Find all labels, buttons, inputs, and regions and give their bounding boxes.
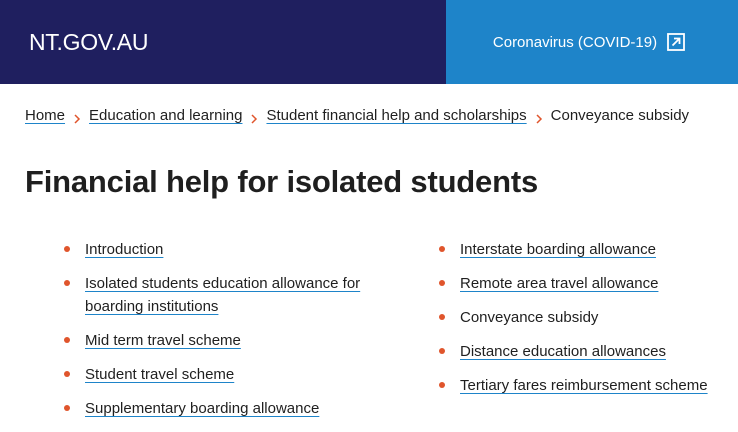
covid-banner: Coronavirus (COVID-19) <box>446 0 738 84</box>
breadcrumb-education[interactable]: Education and learning <box>89 107 242 124</box>
list-item: Tertiary fares reimbursement scheme <box>438 374 738 397</box>
list-item: Remote area travel allowance <box>438 272 738 295</box>
nav-link-distance-education[interactable]: Distance education allowances <box>460 343 666 360</box>
list-item: Introduction <box>63 238 383 261</box>
covid-link-label: Coronavirus (COVID-19) <box>492 33 658 51</box>
breadcrumb-financial-help[interactable]: Student financial help and scholarships <box>266 107 526 124</box>
nav-link-interstate-boarding[interactable]: Interstate boarding allowance <box>460 241 656 258</box>
list-item: Student travel scheme <box>63 363 383 386</box>
brand-bar: NT.GOV.AU <box>0 0 446 84</box>
nav-link-introduction[interactable]: Introduction <box>85 241 163 258</box>
section-nav-left: Introduction Isolated students education… <box>63 238 383 431</box>
bullet-icon <box>439 348 445 354</box>
site-header: NT.GOV.AU Coronavirus (COVID-19) <box>0 0 738 84</box>
covid-link[interactable]: Coronavirus (COVID-19) <box>492 33 686 51</box>
list-item: Conveyance subsidy <box>438 306 738 329</box>
chevron-right-icon <box>535 111 543 124</box>
nav-link-tertiary-fares[interactable]: Tertiary fares reimbursement scheme <box>460 377 708 394</box>
breadcrumb: Home Education and learning Student fina… <box>25 107 689 124</box>
site-logo-link[interactable]: NT.GOV.AU <box>29 29 148 56</box>
list-item: Interstate boarding allowance <box>438 238 738 261</box>
list-item: Distance education allowances <box>438 340 738 363</box>
chevron-right-icon <box>250 111 258 124</box>
list-item: Mid term travel scheme <box>63 329 383 352</box>
breadcrumb-home[interactable]: Home <box>25 107 65 124</box>
bullet-icon <box>439 246 445 252</box>
bullet-icon <box>64 371 70 377</box>
nav-link-supplementary-boarding[interactable]: Supplementary boarding allowance <box>85 400 319 417</box>
chevron-right-icon <box>73 111 81 124</box>
section-nav-right: Interstate boarding allowance Remote are… <box>438 238 738 408</box>
bullet-icon <box>64 337 70 343</box>
external-link-icon <box>667 33 686 51</box>
nav-link-student-travel[interactable]: Student travel scheme <box>85 366 234 383</box>
breadcrumb-current: Conveyance subsidy <box>550 107 690 124</box>
bullet-icon <box>64 405 70 411</box>
list-item: Supplementary boarding allowance <box>63 397 383 420</box>
bullet-icon <box>64 280 70 286</box>
bullet-icon <box>64 246 70 252</box>
nav-current-conveyance-subsidy: Conveyance subsidy <box>460 309 599 326</box>
list-item: Isolated students education allowance fo… <box>63 272 383 318</box>
nav-link-boarding-institutions[interactable]: Isolated students education allowance fo… <box>85 275 360 315</box>
bullet-icon <box>439 382 445 388</box>
bullet-icon <box>439 314 445 320</box>
page-title: Financial help for isolated students <box>25 164 538 199</box>
nav-link-mid-term-travel[interactable]: Mid term travel scheme <box>85 332 241 349</box>
bullet-icon <box>439 280 445 286</box>
nav-link-remote-area-travel[interactable]: Remote area travel allowance <box>460 275 658 292</box>
